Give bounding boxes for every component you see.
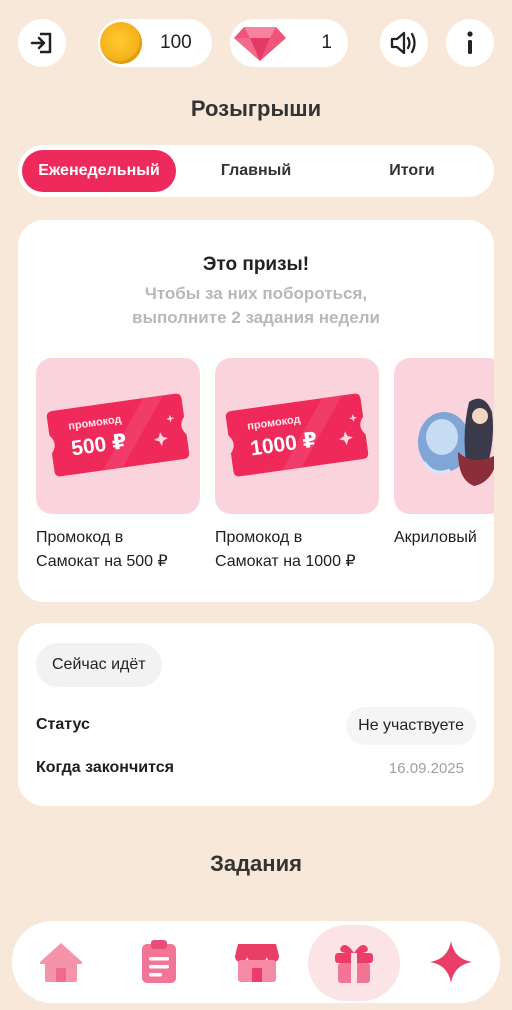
- prizes-subtitle-line1: Чтобы за них побороться,: [144, 284, 368, 303]
- prize-name-line2: Самокат на 1000 ₽: [215, 553, 356, 570]
- prize-item[interactable]: промокод 1000 ₽ Промокод в Самокат на 10…: [215, 358, 379, 574]
- gems-counter: 1: [230, 19, 348, 67]
- prize-image: [394, 358, 494, 514]
- prize-name-line2: Самокат на 500 ₽: [36, 553, 168, 570]
- status-badge: Сейчас идёт: [36, 643, 162, 687]
- tab-main[interactable]: Главный: [182, 150, 330, 192]
- prize-name-line1: Промокод в: [215, 529, 303, 546]
- prize-image: промокод 500 ₽: [36, 358, 200, 514]
- exit-icon: [30, 32, 52, 54]
- tab-results[interactable]: Итоги: [336, 150, 488, 192]
- shop-icon: [235, 944, 279, 982]
- prize-name: Промокод в Самокат на 1000 ₽: [215, 526, 379, 574]
- tab-weekly[interactable]: Еженедельный: [22, 150, 176, 192]
- prizes-subtitle: Чтобы за них побороться, выполните 2 зад…: [18, 282, 494, 330]
- nav-giveaways[interactable]: [308, 925, 400, 1001]
- status-value: Не участвуете: [346, 707, 476, 745]
- nav-shop[interactable]: [224, 929, 290, 995]
- coins-counter: 100: [98, 19, 212, 67]
- prizes-subtitle-line2: выполните 2 задания недели: [132, 308, 380, 327]
- tasks-title: Задания: [210, 851, 302, 876]
- coins-value: 100: [160, 32, 192, 53]
- prize-image: промокод 1000 ₽: [215, 358, 379, 514]
- gem-icon: [234, 27, 286, 61]
- prize-name: Промокод в Самокат на 500 ₽: [36, 526, 200, 574]
- prize-name: Акриловый: [394, 526, 494, 550]
- exit-button[interactable]: [18, 19, 66, 67]
- ends-label: Когда закончится: [36, 759, 174, 776]
- info-icon: [467, 31, 473, 54]
- prizes-title: Это призы!: [202, 254, 310, 275]
- clipboard-icon: [142, 940, 176, 983]
- acrylic-figure-image: [418, 398, 494, 486]
- promo-ticket: промокод 500 ₽: [44, 391, 192, 480]
- bottom-nav: [12, 921, 500, 1003]
- nav-sparkle[interactable]: [418, 929, 484, 995]
- nav-home[interactable]: [28, 929, 94, 995]
- ends-value: 16.09.2025: [388, 760, 464, 777]
- nav-tasks[interactable]: [126, 929, 192, 995]
- prize-name-line1: Акриловый: [394, 529, 477, 546]
- page-title: Розыгрыши: [190, 96, 322, 121]
- status-label: Статус: [36, 716, 90, 733]
- promo-ticket: промокод 1000 ₽: [223, 391, 371, 480]
- prize-item[interactable]: Акриловый: [394, 358, 494, 550]
- speaker-icon: [390, 31, 416, 55]
- prize-item[interactable]: промокод 500 ₽ Промокод в Самокат на 500…: [36, 358, 200, 574]
- gift-icon: [335, 945, 373, 983]
- info-button[interactable]: [446, 19, 494, 67]
- prize-name-line1: Промокод в: [36, 529, 124, 546]
- coin-icon: [100, 22, 142, 64]
- prizes-card: Это призы! Чтобы за них побороться, выпо…: [18, 220, 494, 602]
- home-icon: [39, 943, 83, 982]
- tabs: Еженедельный Главный Итоги: [18, 145, 494, 197]
- sound-button[interactable]: [380, 19, 428, 67]
- status-card: Сейчас идёт Статус Не участвуете Когда з…: [18, 623, 494, 806]
- gems-value: 1: [321, 32, 332, 53]
- sparkle-icon: [430, 941, 472, 983]
